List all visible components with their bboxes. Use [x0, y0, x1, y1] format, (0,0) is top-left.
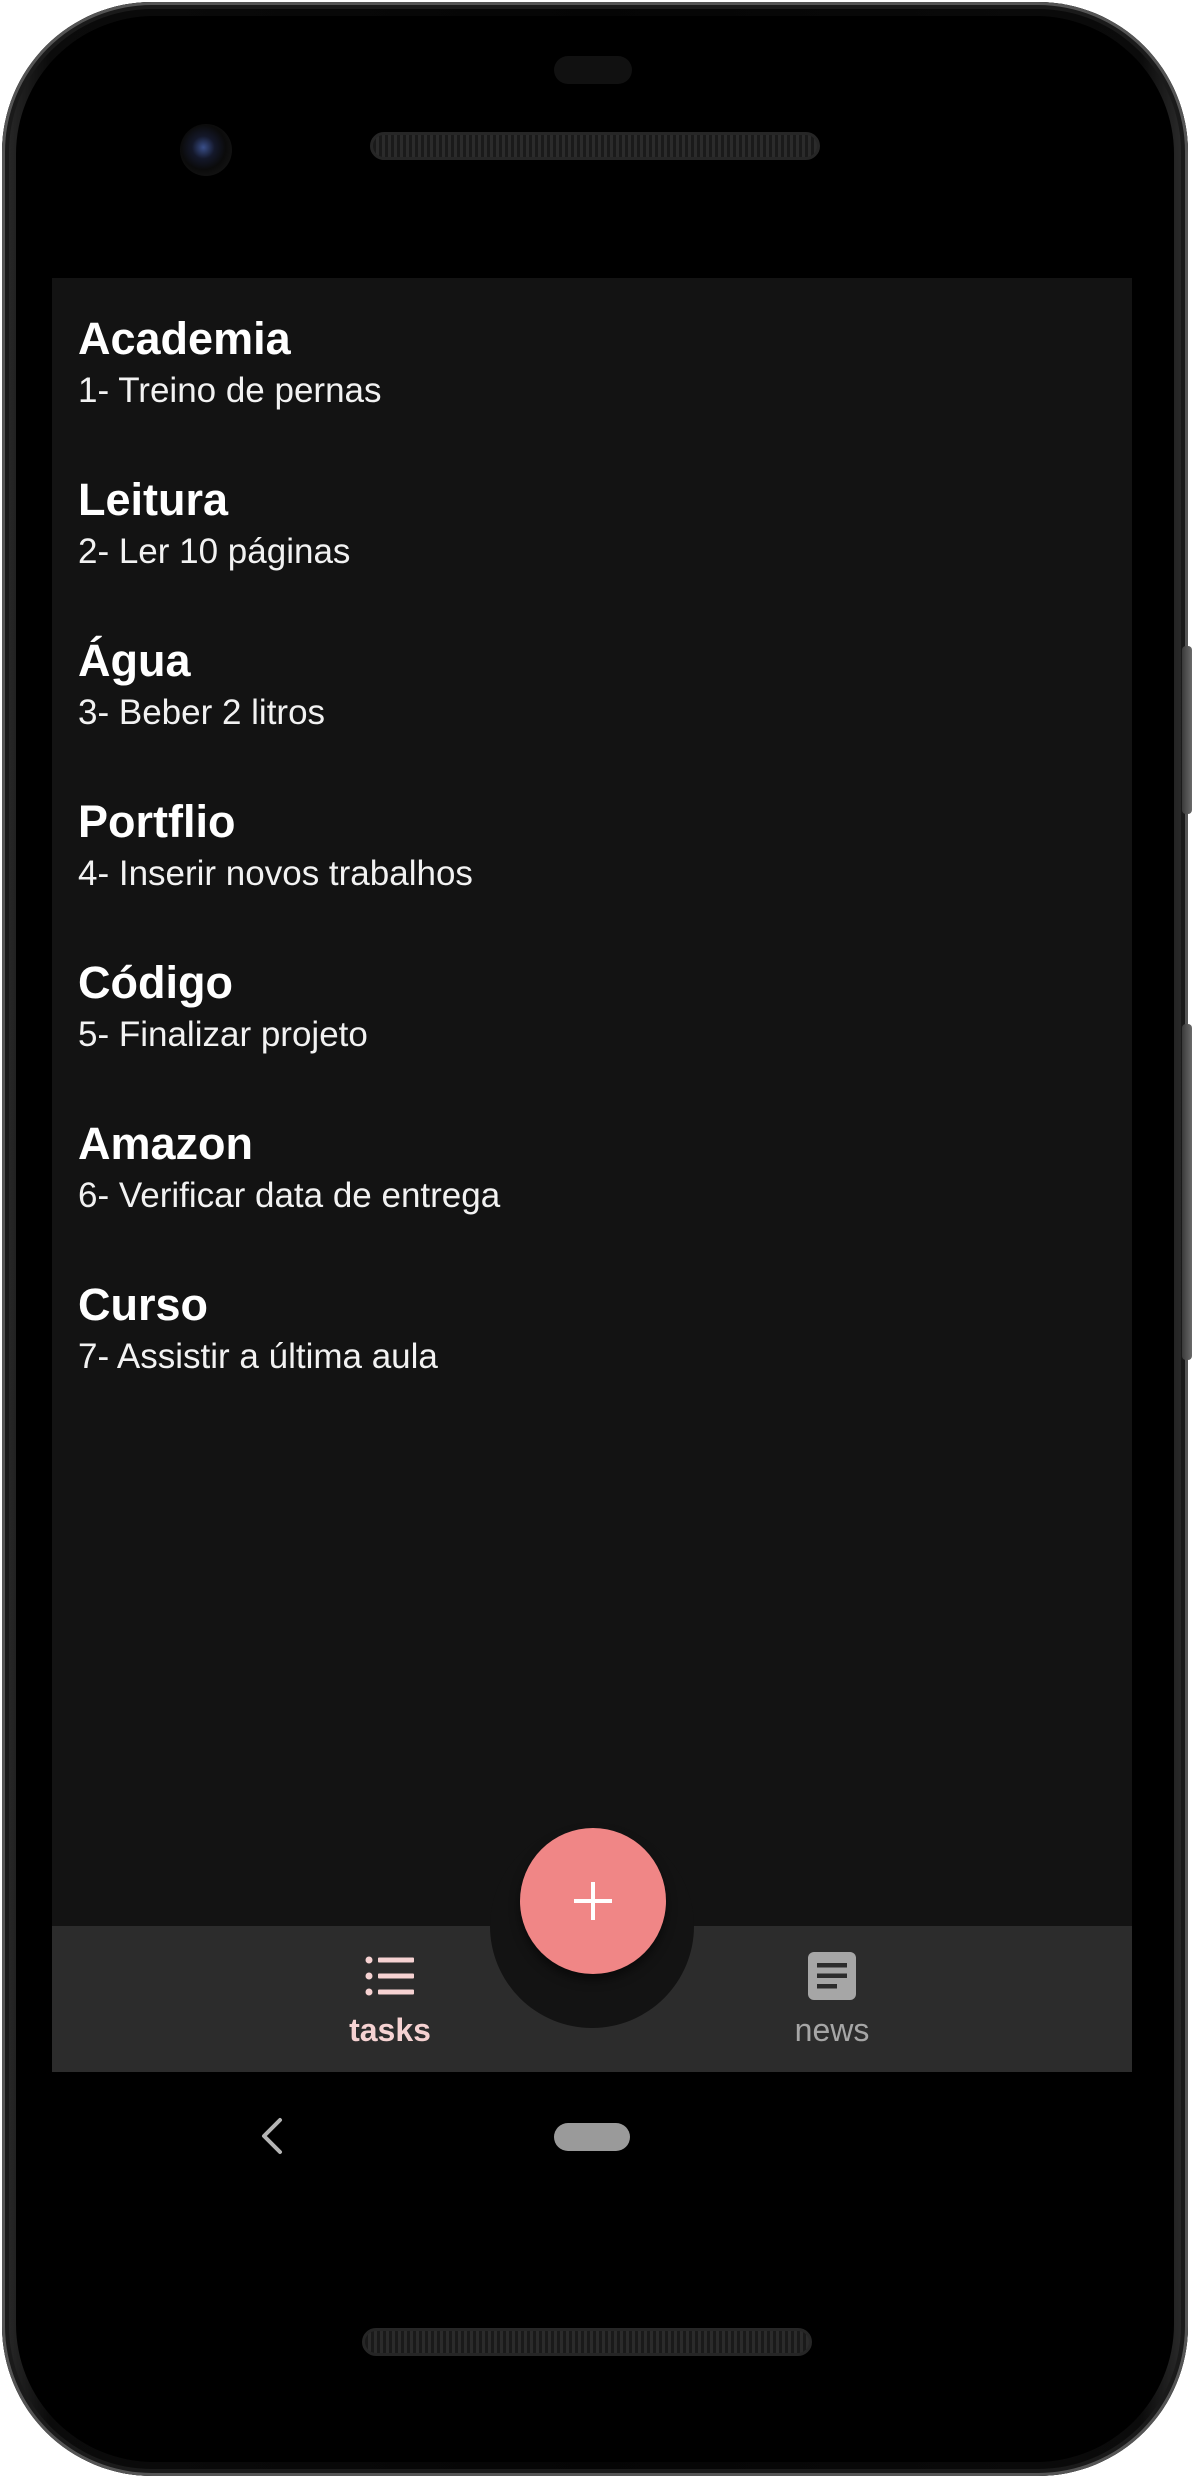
top-speaker-grille — [370, 132, 820, 160]
task-description: 3- Beber 2 litros — [78, 693, 326, 732]
task-title: Amazon — [78, 1118, 254, 1169]
task-item[interactable]: Academia 1- Treino de pernas — [78, 312, 1132, 473]
task-description: 7- Assistir a última aula — [78, 1337, 438, 1376]
task-item[interactable]: Água 3- Beber 2 litros — [78, 634, 1132, 795]
task-description: 1- Treino de pernas — [78, 371, 382, 410]
nav-tab-news[interactable]: news — [722, 1946, 942, 2066]
task-description: 4- Inserir novos trabalhos — [78, 854, 473, 893]
nav-tab-news-label: news — [794, 2012, 870, 2048]
task-title: Curso — [78, 1279, 209, 1330]
article-icon — [808, 1952, 856, 2000]
home-pill-icon[interactable] — [554, 2123, 630, 2151]
task-list: Academia 1- Treino de pernas Leitura 2- … — [78, 312, 1132, 1439]
task-item[interactable]: Curso 7- Assistir a última aula — [78, 1278, 1132, 1439]
volume-button — [1182, 1024, 1192, 1360]
task-description: 6- Verificar data de entrega — [78, 1176, 501, 1215]
add-task-button[interactable] — [520, 1828, 666, 1974]
app-screen: Academia 1- Treino de pernas Leitura 2- … — [52, 278, 1132, 2072]
power-button — [1182, 646, 1192, 814]
task-title: Academia — [78, 313, 291, 364]
task-item[interactable]: Leitura 2- Ler 10 páginas — [78, 473, 1132, 634]
bottom-speaker-grille — [362, 2328, 812, 2356]
task-title: Leitura — [78, 474, 229, 525]
plus-icon — [574, 1882, 612, 1920]
task-item[interactable]: Portflio 4- Inserir novos trabalhos — [78, 795, 1132, 956]
nav-tab-tasks-label: tasks — [349, 2012, 431, 2048]
nav-tab-tasks[interactable]: tasks — [280, 1946, 500, 2066]
task-description: 5- Finalizar projeto — [78, 1015, 368, 1054]
task-item[interactable]: Código 5- Finalizar projeto — [78, 956, 1132, 1117]
task-description: 2- Ler 10 páginas — [78, 532, 351, 571]
back-chevron-icon[interactable] — [256, 2112, 288, 2160]
front-camera — [180, 124, 232, 176]
proximity-sensor — [554, 56, 632, 84]
task-item[interactable]: Amazon 6- Verificar data de entrega — [78, 1117, 1132, 1278]
task-title: Portflio — [78, 796, 236, 847]
task-title: Água — [78, 635, 191, 686]
list-icon — [365, 1956, 414, 1996]
task-title: Código — [78, 957, 233, 1008]
